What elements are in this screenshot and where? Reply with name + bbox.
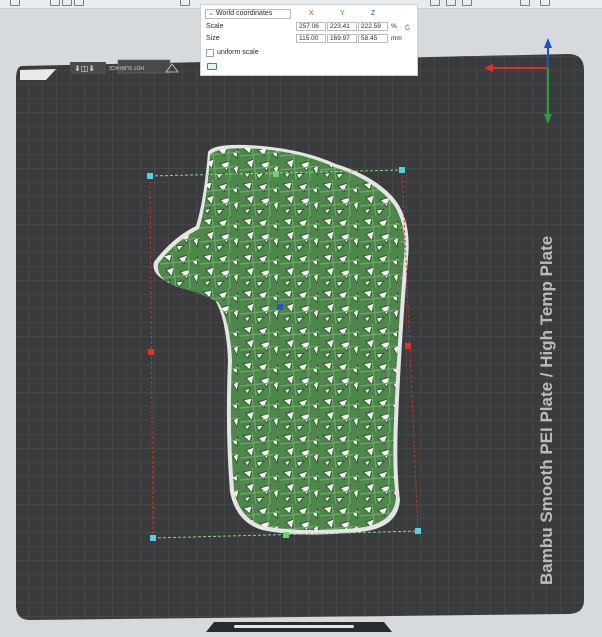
- size-unit: mm: [391, 35, 402, 42]
- svg-text:⇟◫⇟: ⇟◫⇟: [74, 64, 95, 73]
- toolbar-icon[interactable]: [430, 0, 440, 6]
- uniform-scale-label: uniform scale: [217, 49, 259, 56]
- handle-center: [277, 304, 283, 310]
- handle-left-mid: [148, 349, 154, 355]
- toolbar-icon[interactable]: [520, 0, 530, 6]
- scale-unit: %: [391, 23, 397, 30]
- axis-y-header: Y: [340, 10, 345, 17]
- scale-y-input[interactable]: 223.41: [327, 22, 357, 31]
- handle-bottom-left: [150, 535, 156, 541]
- toolbar-icon[interactable]: [446, 0, 456, 6]
- toolbar-icon[interactable]: [462, 0, 472, 6]
- toolbar-icon[interactable]: [62, 0, 72, 6]
- coordinate-system-select[interactable]: ⌄ World coordinates: [205, 9, 291, 19]
- scale-row-label: Scale: [206, 23, 224, 30]
- size-z-input[interactable]: 58.45: [358, 34, 388, 43]
- viewport-canvas[interactable]: ⇟◫⇟ Bambu Smooth PEI Plate / High Temp P…: [0, 0, 602, 632]
- scale-z-input[interactable]: 222.59: [358, 22, 388, 31]
- size-x-input[interactable]: 115.00: [296, 34, 326, 43]
- coordinate-system-value: World coordinates: [216, 10, 273, 17]
- axis-x-header: X: [309, 10, 314, 17]
- toolbar-icon[interactable]: [50, 0, 60, 6]
- plate-type-label: Bambu Smooth PEI Plate / High Temp Plate: [537, 236, 556, 585]
- toolbar-icon[interactable]: [74, 0, 84, 6]
- size-y-input[interactable]: 169.97: [327, 34, 357, 43]
- handle-right-mid: [405, 343, 411, 349]
- toolbar-icon[interactable]: [180, 0, 190, 6]
- handle-top-right: [399, 167, 405, 173]
- svg-text:HOT SURFACE: HOT SURFACE: [108, 64, 144, 70]
- chevron-down-icon: ⌄: [208, 10, 214, 17]
- axis-z-header: Z: [371, 10, 376, 17]
- handle-bottom-right: [415, 528, 421, 534]
- reset-scale-icon[interactable]: [404, 24, 411, 31]
- scale-x-input[interactable]: 257.06: [296, 22, 326, 31]
- handle-top-left: [147, 173, 153, 179]
- toolbar-icon[interactable]: [540, 0, 550, 6]
- uniform-scale-checkbox[interactable]: [206, 49, 214, 57]
- hot-surface-warning: HOT SURFACE: [108, 64, 144, 70]
- handle-top-mid: [273, 171, 279, 177]
- size-row-label: Size: [206, 35, 220, 42]
- 3d-viewport[interactable]: ⇟◫⇟ Bambu Smooth PEI Plate / High Temp P…: [0, 0, 602, 632]
- scale-panel: ⌄ World coordinates X Y Z Scale Size 257…: [200, 4, 418, 76]
- toolbar-icon[interactable]: [10, 0, 20, 6]
- apply-button[interactable]: [207, 63, 217, 70]
- handle-bottom-mid: [283, 532, 289, 538]
